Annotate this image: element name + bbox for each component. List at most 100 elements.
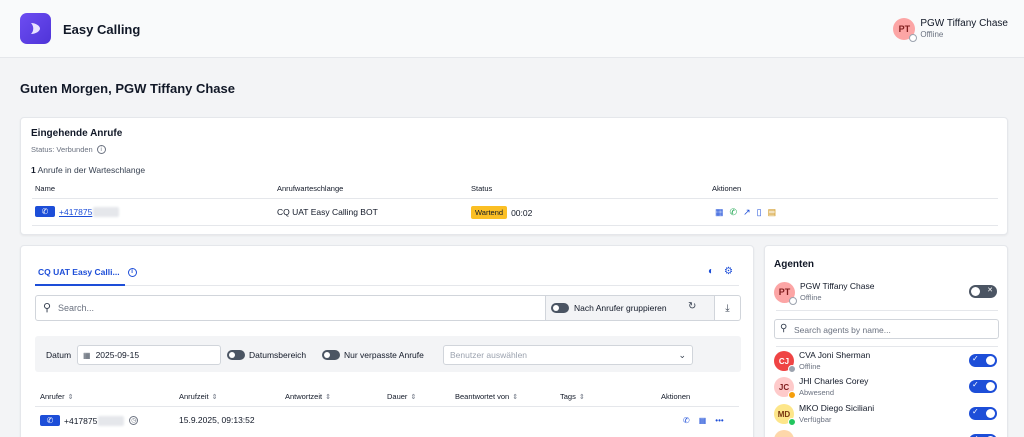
info-icon[interactable]: i (127, 267, 137, 277)
missed-calls-toggle[interactable] (322, 350, 340, 360)
settings-gear-icon[interactable]: ⚙ (724, 266, 733, 277)
col-actions: Aktionen (661, 392, 690, 401)
details-icon[interactable]: ▦ (715, 207, 724, 217)
col-actions-label: Aktionen (661, 392, 691, 401)
col-caller-label: Anrufer (40, 392, 65, 401)
agent-list-item: CJ CVA Joni Sherman Offline (774, 350, 1002, 373)
date-label: Datum (46, 350, 72, 360)
agent-search: ⚲ (774, 319, 999, 339)
incoming-actions: ▦ ✆ ↗ ▯ ▤ (715, 207, 776, 217)
avatar: CJ (774, 351, 796, 373)
agent-status: Offline (800, 293, 822, 302)
col-name: Name (35, 184, 56, 193)
tab-queue[interactable]: CQ UAT Easy Calli... i (38, 267, 137, 277)
details-icon[interactable]: ▦ (699, 416, 707, 425)
search-icon: ⚲ (43, 302, 52, 314)
connection-status: Status: Verbunden i (31, 145, 106, 154)
analytics-icon[interactable]: ◐ (708, 266, 714, 277)
tab-divider (35, 285, 739, 286)
connection-status-text: Status: Verbunden (31, 145, 93, 154)
sort-icon: ⇕ (67, 393, 74, 401)
avatar-initials: PT (778, 287, 791, 297)
col-call-time[interactable]: Anrufzeit ⇕ (179, 392, 217, 401)
col-status: Status (471, 184, 493, 193)
download-button[interactable]: ⤓ (714, 296, 740, 320)
col-caller[interactable]: Anrufer ⇕ (40, 392, 73, 401)
divider (776, 346, 998, 347)
avatar: PT (893, 18, 918, 42)
search-icon: ⚲ (780, 323, 788, 334)
avatar: JC (774, 377, 796, 399)
voicemail-icon[interactable]: ▤ (768, 207, 777, 217)
col-actions: Aktionen (712, 184, 742, 193)
table-row-caller: ✆ +417875 ◷ (40, 415, 139, 426)
group-by-caller-toggle[interactable] (551, 303, 569, 313)
avatar: PT (774, 281, 797, 305)
incoming-caller: ✆ +417875 (35, 206, 120, 217)
phone-icon[interactable]: ✆ (40, 415, 60, 426)
presence-offline-icon (789, 296, 797, 305)
col-queue: Anrufwarteschlange (277, 184, 344, 193)
wait-timer: 00:02 (511, 207, 533, 218)
col-answered-by[interactable]: Beantwortet von ⇕ (455, 392, 518, 401)
info-icon[interactable]: i (96, 145, 106, 154)
transfer-icon[interactable]: ▯ (757, 207, 762, 217)
app-logo[interactable] (20, 13, 51, 44)
date-range-toggle[interactable] (227, 350, 245, 360)
app-title: Easy Calling (63, 22, 141, 37)
incoming-title: Eingehende Anrufe (31, 128, 123, 139)
incoming-status: Wartend 00:02 (471, 206, 532, 219)
page-title: Guten Morgen, PGW Tiffany Chase (20, 81, 236, 96)
call-back-icon[interactable]: ✆ (683, 416, 690, 425)
search-input[interactable] (58, 300, 538, 316)
agent-name: CVA Joni Sherman (799, 350, 871, 360)
tab-queue-label: CQ UAT Easy Calli... (38, 267, 120, 277)
filter-bar: Datum ▦ 2025-09-15 Datumsbereich Nur ver… (35, 336, 741, 372)
top-bar: Easy Calling PT PGW Tiffany Chase Offlin… (0, 0, 1024, 58)
missed-calls-label: Nur verpasste Anrufe (344, 350, 424, 360)
date-range-filter[interactable]: Datumsbereich (227, 350, 306, 360)
refresh-icon[interactable]: ↻ (688, 301, 696, 312)
user-status: Offline (920, 30, 944, 39)
agent-assignment-toggle[interactable] (969, 407, 997, 420)
group-by-caller-label: Nach Anrufer gruppieren (574, 303, 667, 313)
user-name: PGW Tiffany Chase (920, 18, 1008, 29)
presence-icon (788, 391, 796, 399)
redacted-digits (98, 415, 125, 426)
agent-search-input[interactable] (794, 323, 989, 336)
col-tags[interactable]: Tags ⇕ (560, 392, 585, 401)
user-select[interactable]: Benutzer auswählen ⌄ (443, 345, 693, 365)
agent-list-item: MKO Enrico Cattaneo (774, 430, 1002, 437)
agent-name: MKO Diego Siciliani (799, 403, 875, 413)
clock-icon: ◷ (129, 416, 139, 425)
forward-call-icon[interactable]: ↗ (743, 207, 751, 217)
agent-status: Offline (799, 362, 821, 371)
caller-number[interactable]: +417875 (64, 416, 97, 426)
missed-calls-filter[interactable]: Nur verpasste Anrufe (322, 350, 424, 360)
date-picker[interactable]: ▦ 2025-09-15 (77, 345, 221, 365)
accept-call-icon[interactable]: ✆ (730, 207, 738, 217)
agent-status: Verfügbar (799, 415, 832, 424)
table-row-call-time: 15.9.2025, 09:13:52 (179, 415, 255, 425)
incoming-queue-name: CQ UAT Easy Calling BOT (277, 207, 378, 217)
agent-list-item: MD MKO Diego Siciliani Verfügbar (774, 403, 1002, 426)
agent-assignment-toggle[interactable] (969, 354, 997, 367)
user-menu[interactable]: PT PGW Tiffany Chase Offline (893, 18, 1008, 42)
caller-number-link[interactable]: +417875 (59, 207, 92, 217)
presence-offline-icon (909, 34, 918, 42)
col-answer-time[interactable]: Antwortzeit ⇕ (285, 392, 331, 401)
col-duration[interactable]: Dauer ⇕ (387, 392, 416, 401)
col-duration-label: Dauer (387, 392, 408, 401)
agent-assignment-toggle[interactable] (969, 380, 997, 393)
phone-icon[interactable]: ✆ (35, 206, 55, 217)
agents-title: Agenten (774, 259, 814, 270)
calendar-icon: ▦ (83, 350, 91, 360)
row-actions: ✆ ▦ ••• (683, 416, 724, 425)
more-options-icon[interactable]: ••• (715, 416, 723, 425)
sort-icon: ⇕ (211, 393, 218, 401)
avatar (774, 430, 794, 437)
sort-icon: ⇕ (410, 393, 417, 401)
self-availability-toggle[interactable] (969, 285, 997, 298)
col-tags-label: Tags (560, 392, 576, 401)
divider (776, 310, 998, 311)
